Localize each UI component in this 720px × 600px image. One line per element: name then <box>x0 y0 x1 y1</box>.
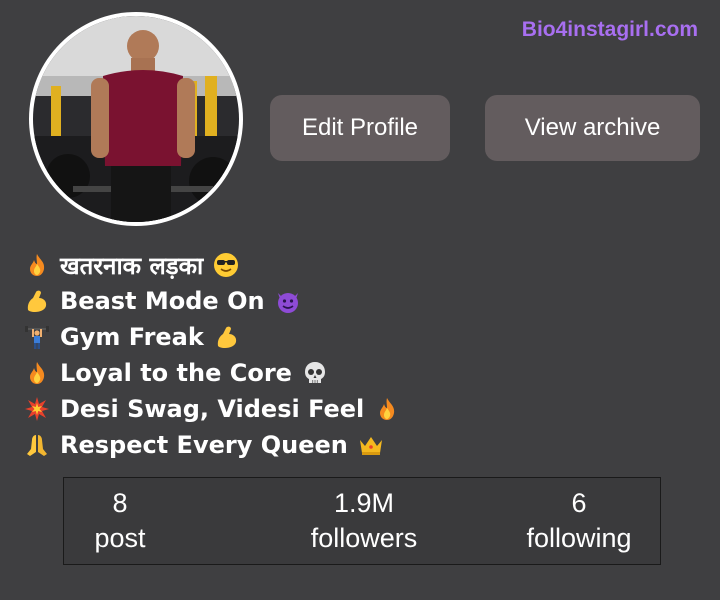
bio: खतरनाक लड़का Beast Mode On Gym Freak Loy… <box>24 247 400 463</box>
weightlifter-icon <box>25 326 49 349</box>
bio-line: Loyal to the Core <box>24 355 400 391</box>
view-archive-button[interactable]: View archive <box>485 95 700 161</box>
bio-text: Desi Swag, Videsi Feel <box>60 395 365 423</box>
smiling-devil-icon <box>277 293 298 313</box>
fire-icon <box>380 398 395 420</box>
skull-icon <box>304 362 325 383</box>
bio-line: Gym Freak <box>24 319 400 355</box>
avatar-photo <box>33 16 239 222</box>
bio-line: Respect Every Queen <box>24 427 400 463</box>
watermark: Bio4instagirl.com <box>521 18 698 41</box>
posts-label: post <box>94 523 146 553</box>
bio-line: खतरनाक लड़का <box>24 247 400 283</box>
posts-stat[interactable]: 8 post <box>70 486 170 556</box>
following-label: following <box>526 523 632 553</box>
profile-avatar[interactable] <box>29 12 243 226</box>
following-stat[interactable]: 6 following <box>494 486 664 556</box>
followers-count: 1.9M <box>333 488 395 518</box>
bio-line: Beast Mode On <box>24 283 400 319</box>
posts-count: 8 <box>112 488 128 518</box>
followers-stat[interactable]: 1.9M followers <box>274 486 454 556</box>
folded-hands-icon <box>27 435 47 456</box>
bio-text: खतरनाक लड़का <box>60 251 204 280</box>
smiling-sunglasses-icon <box>214 253 239 277</box>
bio-text: Beast Mode On <box>60 287 265 315</box>
following-count: 6 <box>571 488 587 518</box>
profile-stats: 8 post 1.9M followers 6 following <box>63 477 661 565</box>
bio-text: Loyal to the Core <box>60 359 292 387</box>
bio-text: Gym Freak <box>60 323 204 351</box>
fire-icon <box>30 254 45 276</box>
collision-icon <box>25 397 49 421</box>
flexed-biceps-icon <box>217 326 236 348</box>
edit-profile-button[interactable]: Edit Profile <box>270 95 450 161</box>
bio-line: Desi Swag, Videsi Feel <box>24 391 400 427</box>
flexed-biceps-icon <box>27 290 47 312</box>
bio-text: Respect Every Queen <box>60 431 348 459</box>
fire-icon <box>30 362 45 384</box>
followers-label: followers <box>310 523 418 553</box>
crown-icon <box>359 437 382 455</box>
